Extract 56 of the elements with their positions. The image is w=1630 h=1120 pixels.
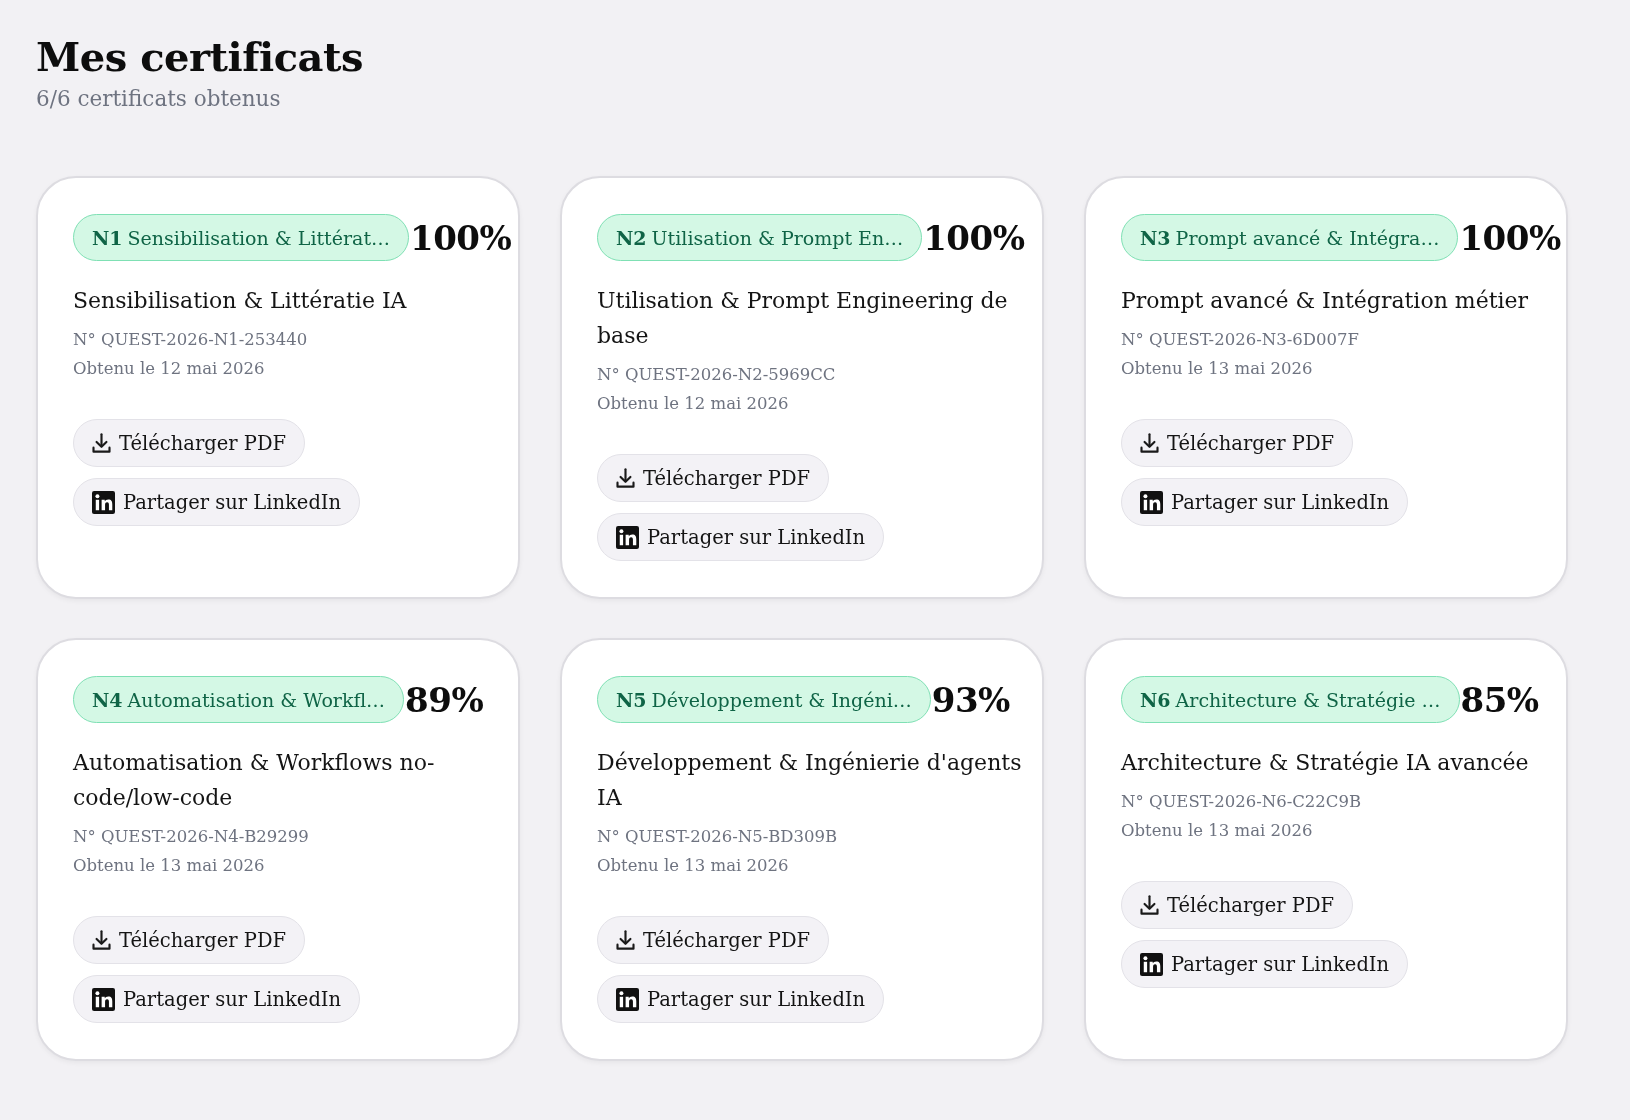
- download-icon: [616, 930, 635, 950]
- certificate-title: Sensibilisation & Littératie IA: [73, 287, 407, 315]
- page-title: Mes certificats: [36, 32, 363, 82]
- download-pdf-button[interactable]: Télécharger PDF: [1121, 419, 1354, 467]
- certificate-title: Développement & Ingénierie d'agents IA: [597, 749, 1022, 812]
- score-percent: 89%: [405, 678, 484, 722]
- download-icon: [616, 468, 635, 488]
- obtained-date: Obtenu le 12 mai 2026: [73, 358, 265, 380]
- download-icon: [92, 930, 111, 950]
- obtained-date: Obtenu le 13 mai 2026: [1121, 820, 1313, 842]
- download-icon: [1140, 895, 1159, 915]
- download-icon: [1140, 433, 1159, 453]
- download-pdf-button[interactable]: Télécharger PDF: [597, 916, 830, 964]
- download-pdf-button[interactable]: Télécharger PDF: [1121, 881, 1354, 929]
- share-linkedin-button[interactable]: Partager sur LinkedIn: [1121, 478, 1409, 526]
- certificate-count: 6/6 certificats obtenus: [36, 85, 281, 113]
- share-linkedin-button[interactable]: Partager sur LinkedIn: [73, 478, 361, 526]
- certificate-number: N° QUEST-2026-N6-C22C9B: [1121, 791, 1362, 813]
- score-percent: 100%: [1459, 216, 1561, 260]
- share-linkedin-button[interactable]: Partager sur LinkedIn: [597, 513, 885, 561]
- level-badge: N2 Utilisation & Prompt En…: [597, 214, 923, 261]
- linkedin-icon: [616, 525, 639, 549]
- score-percent: 85%: [1460, 678, 1539, 722]
- level-badge: N4 Automatisation & Workfl…: [73, 676, 405, 723]
- share-linkedin-button[interactable]: Partager sur LinkedIn: [597, 975, 885, 1023]
- download-pdf-button[interactable]: Télécharger PDF: [597, 454, 830, 502]
- certificate-number: N° QUEST-2026-N5-BD309B: [597, 826, 838, 848]
- certificate-number: N° QUEST-2026-N3-6D007F: [1121, 329, 1359, 351]
- share-linkedin-button[interactable]: Partager sur LinkedIn: [1121, 940, 1409, 988]
- download-pdf-button[interactable]: Télécharger PDF: [73, 916, 306, 964]
- level-badge: N1 Sensibilisation & Littérat…: [73, 214, 410, 261]
- linkedin-icon: [92, 490, 115, 514]
- certificate-number: N° QUEST-2026-N1-253440: [73, 329, 308, 351]
- linkedin-icon: [616, 987, 639, 1011]
- certificate-title: Architecture & Stratégie IA avancée: [1121, 749, 1529, 777]
- obtained-date: Obtenu le 13 mai 2026: [73, 855, 265, 877]
- level-badge: N6 Architecture & Stratégie …: [1121, 676, 1460, 723]
- level-badge: N5 Développement & Ingéni…: [597, 676, 931, 723]
- certificate-title: Automatisation & Workflows no-code/low-code: [73, 749, 436, 812]
- score-percent: 100%: [923, 216, 1025, 260]
- certificate-number: N° QUEST-2026-N4-B29299: [73, 826, 309, 848]
- level-badge: N3 Prompt avancé & Intégra…: [1121, 214, 1459, 261]
- linkedin-icon: [1140, 952, 1163, 976]
- download-pdf-button[interactable]: Télécharger PDF: [73, 419, 306, 467]
- score-percent: 93%: [931, 678, 1010, 722]
- score-percent: 100%: [410, 216, 512, 260]
- obtained-date: Obtenu le 12 mai 2026: [597, 393, 789, 415]
- certificate-title: Utilisation & Prompt Engineering de base: [597, 287, 1009, 350]
- download-icon: [92, 433, 111, 453]
- certificate-number: N° QUEST-2026-N2-5969CC: [597, 364, 836, 386]
- certificate-title: Prompt avancé & Intégration métier: [1121, 287, 1529, 315]
- linkedin-icon: [92, 987, 115, 1011]
- linkedin-icon: [1140, 490, 1163, 514]
- share-linkedin-button[interactable]: Partager sur LinkedIn: [73, 975, 361, 1023]
- obtained-date: Obtenu le 13 mai 2026: [597, 855, 789, 877]
- obtained-date: Obtenu le 13 mai 2026: [1121, 358, 1313, 380]
